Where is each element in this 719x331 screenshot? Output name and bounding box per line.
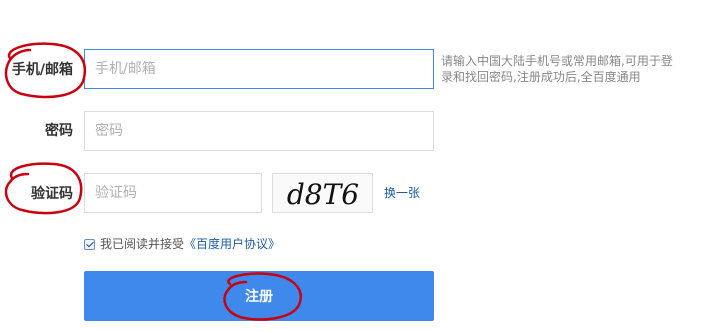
- captcha-input[interactable]: [84, 173, 262, 213]
- agreement-checkbox[interactable]: [84, 238, 95, 250]
- agreement-text: 我已阅读并接受: [100, 237, 185, 251]
- captcha-text: d8T6: [287, 178, 359, 211]
- change-captcha-link[interactable]: 换一张: [384, 185, 420, 201]
- agreement-row: 我已阅读并接受 《百度用户协议》: [84, 236, 280, 252]
- phone-email-hint: 请输入中国大陆手机号或常用邮箱,可用于登录和找回密码,注册成功后,全百度通用: [441, 54, 673, 84]
- phone-email-input[interactable]: [84, 49, 434, 89]
- password-label: 密码: [45, 123, 73, 139]
- captcha-image: d8T6: [272, 173, 373, 213]
- register-button[interactable]: 注册: [84, 271, 434, 321]
- user-agreement-link[interactable]: 《百度用户协议》: [184, 236, 280, 252]
- captcha-label: 验证码: [31, 186, 73, 202]
- phone-email-label: 手机/邮箱: [11, 62, 73, 78]
- captcha-glyphs: d8T6: [287, 178, 359, 211]
- password-input[interactable]: [84, 111, 434, 151]
